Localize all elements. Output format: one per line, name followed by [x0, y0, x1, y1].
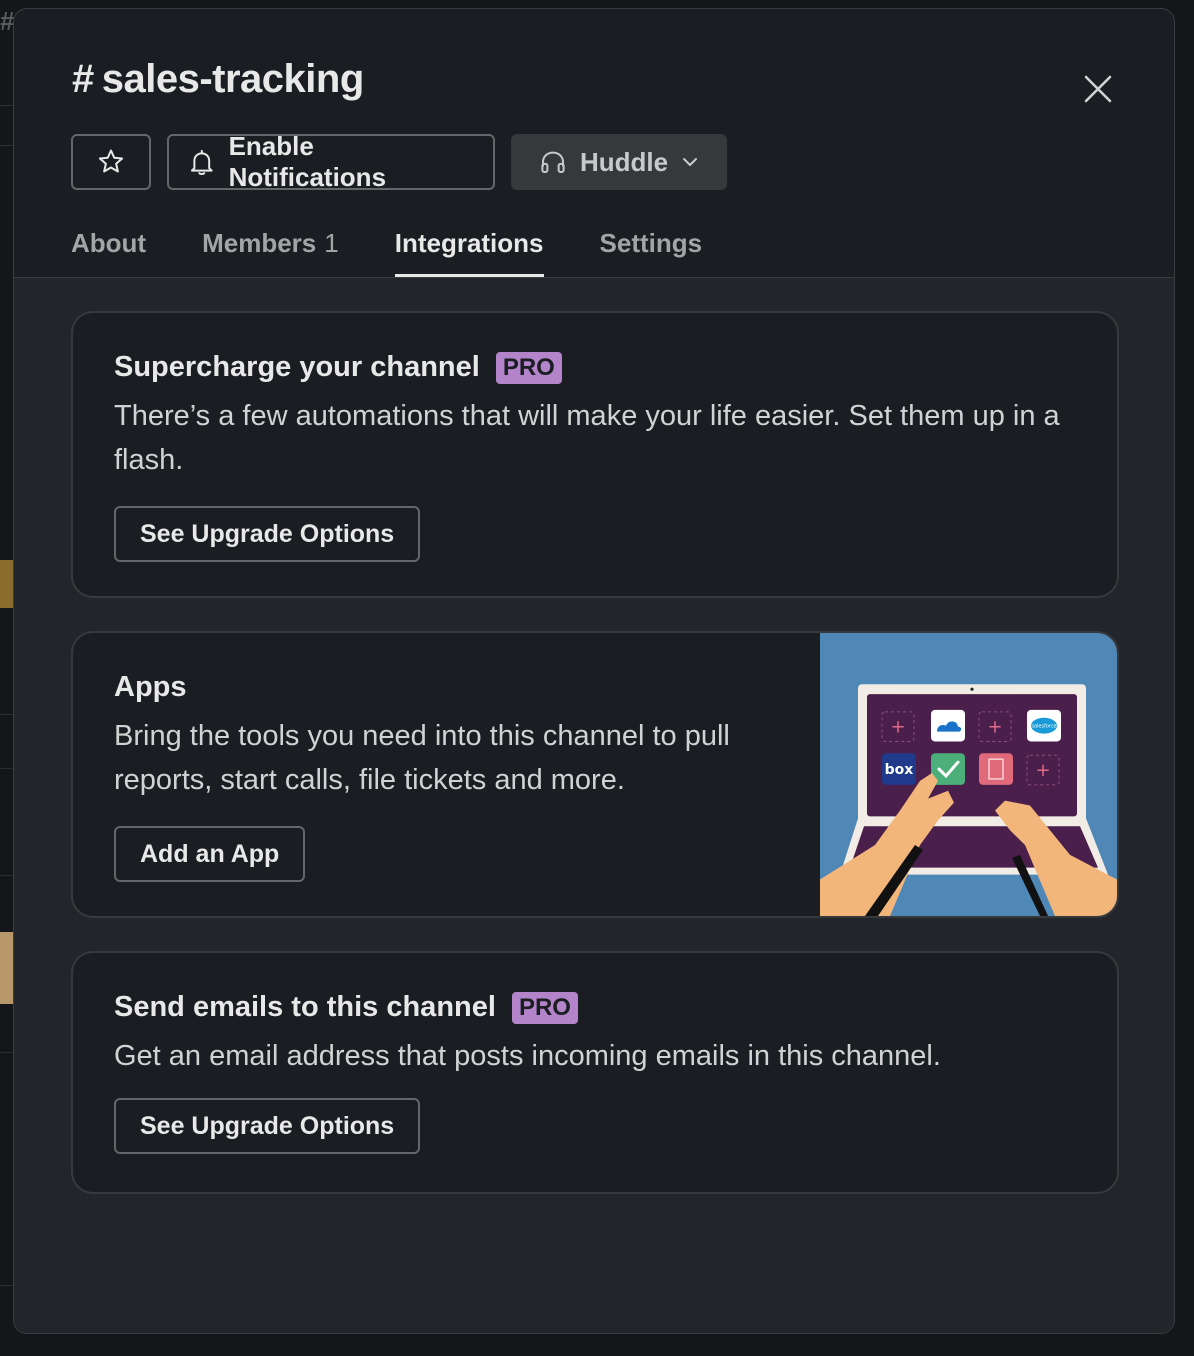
tab-settings[interactable]: Settings [600, 221, 703, 277]
svg-text:+: + [1035, 760, 1050, 781]
tab-bar: About Members 1 Integrations Settings [71, 221, 702, 277]
see-upgrade-options-button[interactable]: See Upgrade Options [114, 1098, 421, 1154]
see-upgrade-options-button[interactable]: See Upgrade Options [114, 506, 421, 562]
backdrop-image-fragment [0, 932, 14, 1004]
emails-heading: Send emails to this channel PRO [114, 991, 1084, 1024]
close-icon [1084, 75, 1112, 103]
pro-badge: PRO [511, 991, 578, 1024]
add-an-app-button[interactable]: Add an App [114, 826, 306, 882]
backdrop-divider [0, 875, 14, 876]
backdrop-divider [0, 145, 14, 146]
apps-illustration: + + salesforce box + [820, 633, 1117, 916]
chevron-down-icon [683, 158, 698, 166]
modal-header: # sales-tracking Enable Notifications Hu… [14, 9, 1174, 277]
apps-card: Apps Bring the tools you need into this … [71, 631, 1119, 918]
headphones-icon [541, 151, 565, 173]
pro-badge: PRO [495, 351, 562, 384]
backdrop-divider [0, 105, 14, 106]
tab-integrations-label: Integrations [394, 228, 544, 258]
star-icon [98, 149, 124, 173]
see-upgrade-options-label: See Upgrade Options [140, 519, 395, 548]
supercharge-heading: Supercharge your channel PRO [114, 351, 1084, 384]
apps-heading: Apps [114, 671, 794, 704]
integrations-panel: Supercharge your channel PRO There’s a f… [14, 277, 1174, 1333]
apps-description: Bring the tools you need into this chann… [114, 720, 730, 796]
bell-icon [190, 149, 213, 175]
svg-text:+: + [890, 717, 905, 738]
header-actions: Enable Notifications Huddle [71, 131, 727, 192]
emails-card: Send emails to this channel PRO Get an e… [71, 951, 1119, 1194]
box-tile-label: box [885, 762, 914, 778]
enable-notifications-label: Enable Notifications [228, 131, 387, 192]
channel-title: # sales-tracking [72, 57, 364, 102]
star-channel-button[interactable] [71, 134, 151, 190]
tab-members[interactable]: Members 1 [202, 221, 339, 277]
tab-settings-label: Settings [599, 228, 703, 258]
tab-members-label: Members [202, 228, 317, 258]
channel-details-modal: # sales-tracking Enable Notifications Hu… [13, 8, 1175, 1334]
add-an-app-label: Add an App [140, 839, 280, 868]
apps-title: Apps [114, 671, 187, 703]
huddle-button[interactable]: Huddle [511, 134, 727, 190]
members-count: 1 [324, 228, 339, 258]
backdrop-divider [0, 714, 14, 715]
channel-hash: # [72, 57, 94, 101]
tab-about[interactable]: About [71, 221, 146, 277]
backdrop-divider [0, 1285, 14, 1286]
emails-title: Send emails to this channel [114, 991, 496, 1023]
close-button[interactable] [1076, 67, 1120, 111]
see-upgrade-options-label: See Upgrade Options [140, 1111, 395, 1140]
tab-about-label: About [71, 228, 147, 258]
supercharge-title: Supercharge your channel [114, 351, 480, 383]
emails-description: Get an email address that posts incoming… [114, 1040, 941, 1072]
backdrop-image-fragment [0, 560, 14, 608]
supercharge-description: There’s a few automations that will make… [114, 400, 1060, 476]
enable-notifications-button[interactable]: Enable Notifications [167, 131, 495, 192]
huddle-label: Huddle [579, 146, 669, 177]
salesforce-tile-label: salesforce [1031, 724, 1056, 730]
tab-integrations[interactable]: Integrations [394, 221, 544, 277]
supercharge-card: Supercharge your channel PRO There’s a f… [71, 311, 1119, 598]
backdrop-divider [0, 768, 14, 769]
channel-name: sales-tracking [101, 57, 365, 101]
svg-text:+: + [987, 717, 1002, 738]
backdrop-divider [0, 1052, 14, 1053]
